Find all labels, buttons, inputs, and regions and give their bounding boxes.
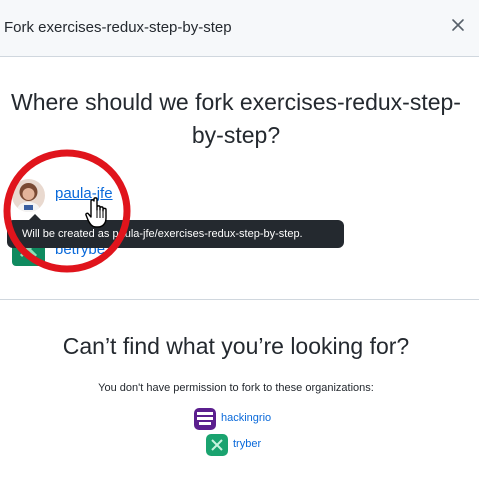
fork-dialog: Fork exercises-redux-step-by-step Where … <box>0 0 479 478</box>
org-link-tryber[interactable]: tryber <box>233 438 261 450</box>
close-icon <box>452 19 464 31</box>
user-avatar <box>12 179 45 212</box>
org-avatar-hackingrio <box>194 408 216 430</box>
owner-item-paula-jfe[interactable]: paula-jfe <box>12 179 162 212</box>
org-item-hackingrio[interactable]: hackingrio <box>194 408 284 430</box>
dialog-title: Fork exercises-redux-step-by-step <box>4 19 232 36</box>
tooltip-text: Will be created as paula-jfe/exercises-r… <box>22 228 303 240</box>
org-avatar-tryber <box>206 434 228 456</box>
close-button[interactable] <box>447 14 469 36</box>
dialog-header: Fork exercises-redux-step-by-step <box>0 0 479 57</box>
no-permission-text: You don't have permission to fork to the… <box>98 382 374 394</box>
org-item-tryber[interactable]: tryber <box>206 434 276 456</box>
fork-question: Where should we fork exercises-redux-ste… <box>11 89 461 148</box>
tooltip-arrow <box>29 214 41 220</box>
org-link-hackingrio[interactable]: hackingrio <box>221 412 271 424</box>
owner-link-paula-jfe[interactable]: paula-jfe <box>55 185 113 202</box>
fork-destination-tooltip: Will be created as paula-jfe/exercises-r… <box>7 214 344 248</box>
cant-find-heading: Can’t find what you’re looking for? <box>62 333 410 359</box>
section-divider <box>0 299 479 300</box>
